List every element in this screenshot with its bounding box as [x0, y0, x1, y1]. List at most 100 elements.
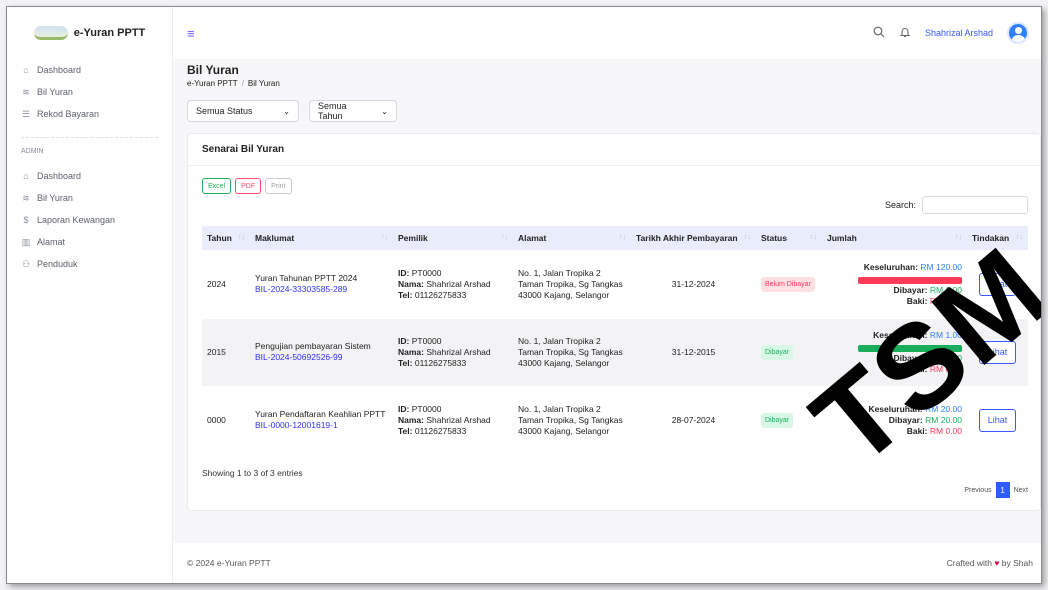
status-badge: Dibayar [761, 412, 794, 428]
layers-icon: ≋ [22, 86, 30, 97]
cell-year: 2024 [202, 249, 250, 318]
column-header-tarikh[interactable]: Tarikh Akhir Pembayaran ↑↓ [631, 226, 756, 250]
owner-name: Shahrizal Arshad [426, 346, 491, 357]
excel-button[interactable]: Excel [202, 178, 232, 194]
sidebar-item-label: Bil Yuran [37, 87, 73, 97]
bill-table: Tahun ↑↓ Maklumat ↑↓ Pemilik ↑↓ Alamat ↑↓ Ta… [202, 226, 1028, 454]
view-button[interactable]: Lihat [978, 340, 1017, 364]
owner-tel-label: Tel: [398, 357, 413, 368]
bill-number-link[interactable]: BIL-2024-50692526-99 [255, 352, 388, 363]
balance-amount: RM 0.00 [929, 295, 962, 306]
owner-tel-label: Tel: [398, 289, 413, 300]
cell-address: No. 1, Jalan Tropika 2 Taman Tropika, Sg … [513, 249, 631, 318]
breadcrumb-separator: / [241, 79, 244, 88]
owner-tel-label: Tel: [398, 425, 413, 436]
sidebar-item-label: Penduduk [37, 259, 78, 269]
pdf-button[interactable]: PDF [235, 178, 262, 194]
search-input[interactable] [922, 196, 1028, 214]
bill-number-link[interactable]: BIL-2024-33303585-289 [255, 284, 388, 295]
owner-id-label: ID: [398, 403, 410, 414]
cell-due-date: 31-12-2024 [631, 249, 756, 318]
column-header-label: Pemilik [398, 232, 428, 243]
avatar[interactable] [1007, 22, 1029, 44]
status-filter-value: Semua Status [196, 106, 253, 116]
view-button[interactable]: Lihat [978, 272, 1017, 296]
sidebar-item-bil-yuran[interactable]: ≋ Bil Yuran [21, 81, 172, 103]
bill-title: Pengujian pembayaran Sistem [255, 341, 371, 351]
sidebar-item-label: Dashboard [37, 171, 82, 181]
address-line: 43000 Kajang, Selangor [518, 425, 610, 436]
balance-label: Baki: [906, 425, 928, 436]
balance-amount: RM 0.00 [929, 363, 962, 374]
bill-number-link[interactable]: BIL-0000-12001619-1 [255, 420, 388, 431]
cell-due-date: 31-12-2015 [631, 317, 756, 386]
total-amount: RM 120.00 [920, 261, 962, 272]
sort-icon: ↑↓ [955, 233, 962, 241]
owner-name-label: Nama: [398, 278, 424, 289]
print-button[interactable]: Print [265, 178, 292, 194]
paid-label: Dibayar: [888, 414, 923, 425]
column-header-label: Tahun [207, 232, 232, 243]
sidebar-item-penduduk[interactable]: ⚇ Penduduk [21, 253, 172, 275]
year-filter-value: Semua Tahun [318, 101, 347, 121]
total-amount: RM 20.00 [925, 403, 962, 414]
list-icon: ☰ [21, 108, 31, 119]
sort-icon: ↑↓ [619, 233, 626, 241]
footer: © 2024 e-Yuran PPTT Crafted with ♥ by Sh… [173, 543, 1041, 583]
cell-info: Yuran Pendaftaran Keahlian PPTT BIL-0000-… [250, 385, 393, 454]
view-button[interactable]: Lihat [978, 408, 1017, 432]
column-header-maklumat[interactable]: Maklumat ↑↓ [250, 226, 393, 250]
column-header-tindakan[interactable]: Tindakan ↑↓ [967, 226, 1028, 250]
search-icon[interactable] [873, 26, 885, 40]
cell-year: 2015 [202, 317, 250, 386]
cell-status: Dibayar [756, 317, 822, 386]
paid-amount: RM 1.00 [929, 352, 962, 363]
status-filter-select[interactable]: Semua Status ⌄ [187, 100, 299, 122]
sidebar-item-rekod-bayaran[interactable]: ☰ Rekod Bayaran [21, 103, 172, 125]
breadcrumb-item-home[interactable]: e-Yuran PPTT [187, 79, 238, 88]
sidebar: e-Yuran PPTT ⌂ Dashboard ≋ Bil Yuran ☰ Reko… [7, 7, 173, 583]
topbar-actions: Shahrizal Arshad [873, 22, 1029, 44]
owner-id: PT0000 [411, 335, 442, 346]
column-header-tahun[interactable]: Tahun ↑↓ [202, 226, 250, 250]
user-name[interactable]: Shahrizal Arshad [925, 28, 993, 38]
sidebar-item-dashboard[interactable]: ⌂ Dashboard [21, 59, 172, 81]
sidebar-item-alamat[interactable]: ▥ Alamat [21, 231, 172, 253]
brand-name: e-Yuran PPTT [73, 27, 146, 39]
column-header-label: Tindakan [972, 232, 1010, 243]
address-line: No. 1, Jalan Tropika 2 [518, 403, 601, 414]
menu-toggle-icon[interactable]: ≡ [187, 26, 195, 41]
bill-list-card: Senarai Bil Yuran Excel PDF Print Search… [187, 133, 1041, 511]
brand[interactable]: e-Yuran PPTT [7, 7, 172, 59]
column-header-pemilik[interactable]: Pemilik ↑↓ [393, 226, 513, 250]
page-button-current[interactable]: 1 [995, 482, 1010, 498]
total-amount: RM 1.00 [929, 329, 962, 340]
sidebar-item-admin-dashboard[interactable]: ⌂ Dashboard [21, 165, 172, 187]
bill-title: Yuran Pendaftaran Keahlian PPTT [255, 409, 386, 420]
column-header-status[interactable]: Status ↑↓ [756, 226, 822, 250]
sort-icon: ↑↓ [381, 233, 388, 241]
owner-name: Shahrizal Arshad [426, 414, 491, 425]
column-header-alamat[interactable]: Alamat ↑↓ [513, 226, 631, 250]
users-icon: ⚇ [21, 258, 31, 269]
column-header-jumlah[interactable]: Jumlah ↑↓ [822, 226, 967, 250]
sidebar-item-label: Alamat [37, 237, 66, 247]
app-window: e-Yuran PPTT ⌂ Dashboard ≋ Bil Yuran ☰ Reko… [6, 6, 1042, 584]
owner-tel: 01126275833 [414, 357, 467, 368]
cell-action: Lihat [967, 385, 1028, 454]
previous-page-button[interactable]: Previous [964, 487, 991, 494]
bell-icon[interactable] [899, 26, 911, 40]
sidebar-item-admin-bil-yuran[interactable]: ≋ Bil Yuran [21, 187, 172, 209]
layers-icon: ≋ [22, 192, 30, 203]
cell-owner: ID: PT0000 Nama: Shahrizal Arshad Tel: 0… [393, 249, 513, 318]
next-page-button[interactable]: Next [1014, 487, 1028, 494]
cell-amount: Keseluruhan: RM 120.00 JanFebMarAprMayJu… [822, 249, 967, 318]
main-content: ≡ Shahrizal Arshad Bil Yuran e-Yuran PPT… [173, 7, 1041, 583]
copyright: © 2024 e-Yuran PPTT [187, 558, 271, 568]
year-filter-select[interactable]: Semua Tahun ⌄ [309, 100, 397, 122]
cell-info: Pengujian pembayaran Sistem BIL-2024-5069… [250, 317, 393, 386]
owner-name-label: Nama: [398, 414, 424, 425]
sidebar-divider [21, 137, 158, 138]
sidebar-item-laporan-kewangan[interactable]: $ Laporan Kewangan [21, 209, 172, 231]
chevron-down-icon: ⌄ [283, 106, 290, 116]
